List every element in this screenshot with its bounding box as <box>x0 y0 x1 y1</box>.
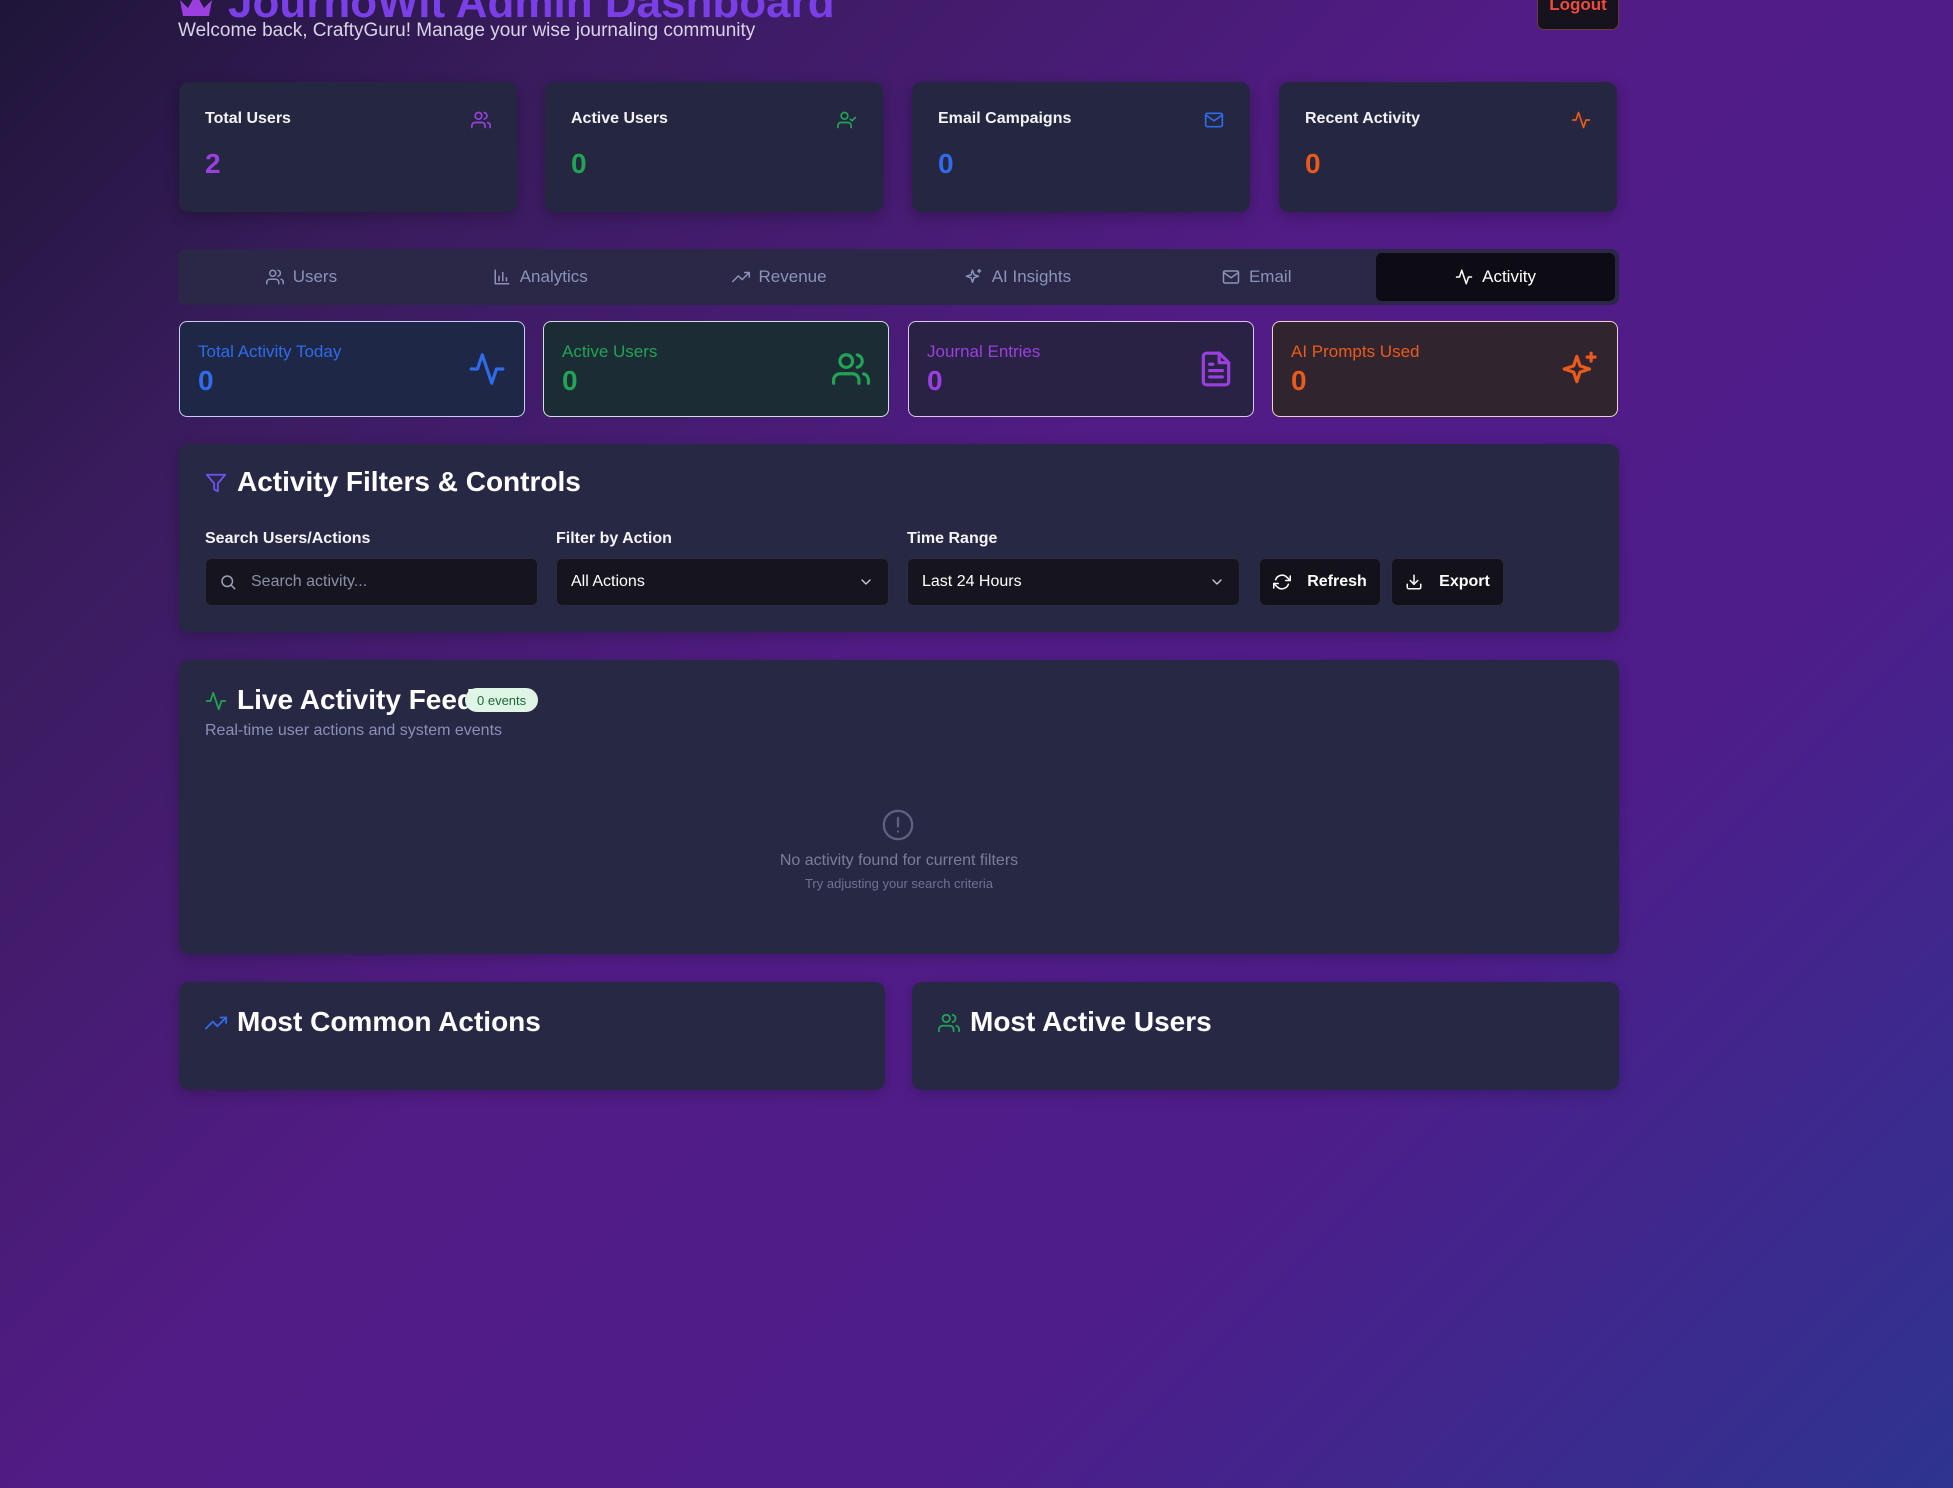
tab-bar: Users Analytics Revenue AI Insights Emai… <box>178 249 1619 305</box>
chevron-down-icon <box>1212 579 1222 585</box>
search-input[interactable]: Search activity... <box>205 558 538 606</box>
refresh-label: Refresh <box>1307 573 1367 590</box>
tab-label: Analytics <box>519 267 588 286</box>
tab-analytics[interactable]: Analytics <box>421 253 660 301</box>
common-actions-title: Most Common Actions <box>237 1006 541 1037</box>
stat-card-email-campaigns: Email Campaigns 0 <box>912 82 1250 212</box>
stat-label: Total Users <box>205 110 291 127</box>
search-placeholder: Search activity... <box>251 573 368 590</box>
search-icon <box>221 575 236 590</box>
stat-value: 0 <box>571 148 587 179</box>
users-icon <box>471 111 491 129</box>
mail-icon <box>1222 270 1240 284</box>
active-users-title: Most Active Users <box>970 1006 1212 1037</box>
trending-up-icon <box>731 271 750 283</box>
welcome-subtitle: Welcome back, CraftyGuru! Manage your wi… <box>178 20 756 41</box>
metric-value: 0 <box>562 365 578 396</box>
action-filter-value: All Actions <box>571 573 645 590</box>
tab-label: Users <box>292 267 338 286</box>
metric-value: 0 <box>927 365 943 396</box>
metric-label: Journal Entries <box>927 342 1041 361</box>
activity-icon <box>469 353 505 385</box>
bar-chart-icon <box>494 269 510 285</box>
users-icon <box>832 353 870 385</box>
feed-subtitle: Real-time user actions and system events <box>205 722 503 739</box>
empty-state-title: No activity found for current filters <box>779 852 1019 869</box>
stat-card-active-users: Active Users 0 <box>545 82 883 212</box>
metric-value: 0 <box>198 365 214 396</box>
time-range-value: Last 24 Hours <box>922 573 1022 590</box>
filter-icon <box>205 473 227 493</box>
filters-title: Activity Filters & Controls <box>237 466 581 497</box>
tab-activity[interactable]: Activity <box>1376 253 1615 301</box>
mail-icon <box>1204 112 1224 128</box>
metric-card-journal-entries: Journal Entries 0 <box>908 321 1254 417</box>
time-range-select[interactable]: Last 24 Hours <box>907 558 1240 606</box>
activity-icon <box>1455 269 1473 285</box>
sparkles-icon <box>965 268 982 283</box>
time-range-label: Time Range <box>907 530 998 547</box>
stat-value: 0 <box>938 148 954 179</box>
action-filter-select[interactable]: All Actions <box>556 558 889 606</box>
stat-card-recent-activity: Recent Activity 0 <box>1279 82 1617 212</box>
metric-label: AI Prompts Used <box>1291 342 1420 361</box>
tab-label: Revenue <box>758 267 827 286</box>
stat-value: 2 <box>205 148 221 179</box>
users-icon <box>265 269 284 285</box>
stat-label: Active Users <box>571 110 668 127</box>
activity-feed-panel: Live Activity Feed 0 events Real-time us… <box>179 660 1619 954</box>
logout-button[interactable]: Logout <box>1537 0 1619 30</box>
stat-label: Recent Activity <box>1305 110 1420 127</box>
tab-label: Email <box>1248 267 1292 286</box>
download-icon <box>1406 574 1422 590</box>
file-text-icon <box>1201 351 1231 387</box>
metric-label: Active Users <box>562 342 658 361</box>
action-filter-label: Filter by Action <box>556 530 672 547</box>
common-actions-panel: Most Common Actions <box>179 982 885 1090</box>
stat-label: Email Campaigns <box>938 110 1072 127</box>
search-label: Search Users/Actions <box>205 530 371 547</box>
empty-state-hint: Try adjusting your search criteria <box>804 876 994 891</box>
export-button[interactable]: Export <box>1391 558 1504 606</box>
feed-title: Live Activity Feed <box>237 684 475 715</box>
user-check-icon <box>837 111 857 129</box>
trending-up-icon <box>205 1016 227 1030</box>
refresh-button[interactable]: Refresh <box>1259 558 1381 606</box>
metric-card-ai-prompts: AI Prompts Used 0 <box>1272 321 1618 417</box>
export-label: Export <box>1439 573 1490 590</box>
users-icon <box>938 1013 960 1033</box>
sparkles-icon <box>1562 351 1597 384</box>
tab-revenue[interactable]: Revenue <box>660 253 899 301</box>
tab-email[interactable]: Email <box>1137 253 1376 301</box>
stat-value: 0 <box>1305 148 1321 179</box>
activity-icon <box>205 691 227 711</box>
activity-icon <box>1571 111 1591 129</box>
tab-label: AI Insights <box>991 267 1072 286</box>
filters-panel: Activity Filters & Controls Search Users… <box>179 444 1619 632</box>
stat-card-total-users: Total Users 2 <box>179 82 517 212</box>
tab-ai-insights[interactable]: AI Insights <box>898 253 1137 301</box>
tab-users[interactable]: Users <box>182 253 421 301</box>
active-users-panel: Most Active Users <box>912 982 1619 1090</box>
metric-card-total-activity: Total Activity Today 0 <box>179 321 525 417</box>
alert-circle-icon <box>882 809 914 841</box>
metric-value: 0 <box>1291 365 1307 396</box>
crown-icon <box>180 0 212 17</box>
metric-label: Total Activity Today <box>198 342 342 361</box>
tab-label: Activity <box>1482 267 1536 286</box>
metric-card-active-users: Active Users 0 <box>543 321 889 417</box>
refresh-icon <box>1273 574 1292 590</box>
events-badge: 0 events <box>465 688 539 712</box>
chevron-down-icon <box>861 579 871 585</box>
